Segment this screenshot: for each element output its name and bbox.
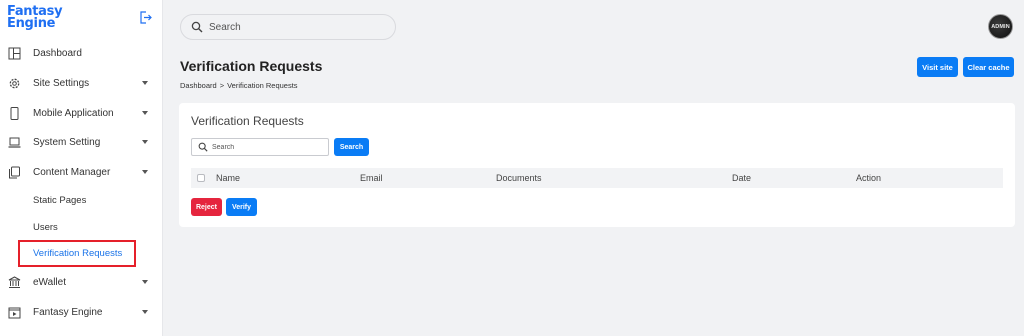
sidebar-item-site-settings[interactable]: Site Settings (0, 72, 163, 94)
sidebar-item-mobile-application[interactable]: Mobile Application (0, 102, 163, 124)
breadcrumb-item-current: Verification Requests (227, 81, 298, 90)
column-header-email: Email (360, 173, 383, 183)
play-box-icon (8, 307, 21, 318)
sidebar-item-label: Mobile Application (33, 107, 114, 119)
logout-icon[interactable] (139, 11, 152, 24)
bank-icon (8, 275, 21, 288)
gear-icon (9, 78, 20, 88)
chevron-down-icon (142, 81, 148, 85)
reject-button[interactable]: Reject (191, 198, 222, 216)
column-header-documents: Documents (496, 173, 542, 183)
clear-cache-button[interactable]: Clear cache (963, 57, 1014, 77)
card-search-input[interactable] (212, 141, 324, 153)
sidebar-item-label: Fantasy Engine (33, 306, 103, 318)
chevron-down-icon (142, 280, 148, 284)
sidebar-subitem-label: Static Pages (33, 194, 87, 206)
sidebar-item-label: eWallet (33, 276, 66, 288)
card-search-field[interactable] (191, 138, 329, 156)
breadcrumb: Dashboard > Verification Requests (180, 81, 298, 90)
avatar-text: ADMIN (991, 23, 1010, 30)
mobile-icon (10, 106, 19, 120)
sidebar-item-label: Dashboard (33, 47, 82, 59)
table-header: Name Email Documents Date Action (191, 168, 1003, 188)
column-header-date: Date (732, 173, 752, 183)
sidebar: Fantasy Engine Dashboard Site Settings M… (0, 0, 163, 336)
search-icon (191, 21, 203, 33)
verification-requests-card: Verification Requests Search Name Email … (179, 103, 1015, 227)
sidebar-item-ewallet[interactable]: eWallet (0, 271, 163, 293)
column-header-action: Action (856, 173, 882, 183)
search-button[interactable]: Search (334, 138, 369, 156)
chevron-down-icon (142, 111, 148, 115)
chevron-down-icon (142, 170, 148, 174)
breadcrumb-item-dashboard[interactable]: Dashboard (180, 81, 217, 90)
global-search[interactable] (180, 14, 396, 40)
sidebar-item-dashboard[interactable]: Dashboard (0, 42, 163, 64)
brand-logo[interactable]: Fantasy Engine (7, 5, 63, 31)
sidebar-item-system-setting[interactable]: System Setting (0, 131, 163, 153)
sidebar-item-label: Content Manager (33, 166, 111, 178)
page-title: Verification Requests (180, 58, 323, 74)
chevron-down-icon (142, 140, 148, 144)
breadcrumb-separator: > (219, 81, 225, 90)
sidebar-subitem-static-pages[interactable]: Static Pages (0, 190, 163, 210)
sidebar-item-fantasy-engine[interactable]: Fantasy Engine (0, 301, 163, 323)
sidebar-item-label: System Setting (33, 136, 101, 148)
sidebar-item-content-manager[interactable]: Content Manager (0, 161, 163, 183)
global-search-input[interactable] (209, 19, 389, 36)
sidebar-item-label: Site Settings (33, 77, 90, 89)
dashboard-icon (8, 47, 21, 59)
brand-line-2: Engine (7, 16, 56, 31)
chevron-down-icon (142, 310, 148, 314)
column-header-name: Name (216, 173, 241, 183)
select-all-checkbox[interactable] (197, 174, 205, 182)
visit-site-button[interactable]: Visit site (917, 57, 958, 77)
sidebar-subitem-label: Users (33, 221, 58, 233)
search-icon (198, 142, 208, 152)
sidebar-subitem-users[interactable]: Users (0, 217, 163, 237)
copy-icon (9, 166, 20, 178)
laptop-icon (8, 137, 21, 148)
verify-button[interactable]: Verify (226, 198, 257, 216)
avatar[interactable]: ADMIN (988, 14, 1013, 39)
card-title: Verification Requests (191, 114, 304, 128)
highlight-box (18, 240, 136, 267)
